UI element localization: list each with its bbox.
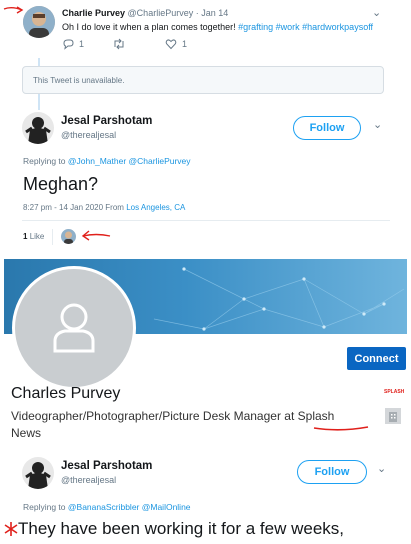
unavailable-text: This Tweet is unavailable. — [33, 76, 125, 85]
replying-to: Replying to @BananaScribbler @MailOnline — [23, 502, 191, 512]
company-building-icon[interactable] — [385, 408, 401, 424]
tweet-body: Meghan? — [23, 174, 99, 194]
follow-button[interactable]: Follow — [297, 460, 367, 484]
likes-summary[interactable]: 1 Like — [23, 232, 44, 241]
unavailable-tweet-card: This Tweet is unavailable. — [22, 66, 384, 94]
heart-icon — [165, 39, 177, 50]
tweet-body: Oh I do love it when a plan comes togeth… — [62, 22, 236, 32]
avatar[interactable] — [23, 6, 55, 38]
divider — [52, 229, 53, 245]
profile-photo-placeholder[interactable] — [12, 266, 136, 390]
replying-prefix: Replying to — [23, 502, 66, 512]
location-link[interactable]: Los Angeles, CA — [126, 203, 185, 212]
replying-to-links[interactable]: @BananaScribbler @MailOnline — [68, 502, 191, 512]
red-asterisk-annotation — [3, 520, 19, 538]
headline-text-cont: News — [11, 426, 42, 440]
retweet-icon[interactable] — [112, 38, 126, 50]
tweet-meta: 8:27 pm - 14 Jan 2020 From Los Angeles, … — [23, 203, 185, 212]
replying-to-links[interactable]: @John_Mather @CharliePurvey — [68, 156, 191, 166]
person-icon — [53, 303, 95, 353]
headline-text: Videographer/Photographer/Picture Desk M… — [11, 409, 295, 423]
tweet-body: They have been working it for a few week… — [18, 519, 344, 538]
red-arrow-annotation — [80, 228, 112, 242]
chevron-down-icon[interactable]: ⌄ — [373, 118, 382, 131]
like-count: 1 — [182, 39, 188, 49]
avatar[interactable] — [22, 112, 54, 144]
reply-icon — [63, 39, 74, 50]
reply-count: 1 — [79, 39, 85, 49]
author-name[interactable]: Jesal Parshotam — [61, 115, 152, 127]
red-underline-annotation — [312, 423, 370, 433]
avatar[interactable] — [22, 457, 54, 489]
red-arrow-annotation — [2, 2, 24, 16]
profile-name: Charles Purvey — [11, 385, 121, 402]
tweet-header: Charlie Purvey @CharliePurvey · Jan 14 — [62, 8, 228, 18]
thread-line — [38, 94, 40, 110]
author-handle: @therealjesal — [61, 475, 117, 485]
avatar[interactable] — [61, 229, 76, 244]
divider — [22, 220, 390, 221]
likes-count: 1 — [23, 232, 28, 241]
like-action[interactable]: 1 — [165, 38, 187, 50]
author-handle-date: @CharliePurvey · Jan 14 — [127, 8, 229, 18]
hashtags-link[interactable]: #grafting #work #hardworkpaysoff — [238, 22, 373, 32]
author-name[interactable]: Jesal Parshotam — [61, 460, 152, 472]
likes-label: Like — [29, 232, 45, 241]
chevron-down-icon[interactable]: ⌄ — [372, 6, 381, 19]
reply-action[interactable]: 1 — [62, 38, 84, 50]
connect-button[interactable]: Connect — [347, 347, 406, 370]
replying-to: Replying to @John_Mather @CharliePurvey — [23, 156, 191, 166]
replying-prefix: Replying to — [23, 156, 66, 166]
author-name[interactable]: Charlie Purvey — [62, 8, 125, 18]
company-logo-icon[interactable]: SPLASH — [384, 389, 404, 395]
tweet-timestamp: 8:27 pm - 14 Jan 2020 From — [23, 203, 124, 212]
chevron-down-icon[interactable]: ⌄ — [377, 462, 386, 475]
follow-button[interactable]: Follow — [293, 116, 361, 140]
company-link[interactable]: Splash — [298, 409, 335, 423]
author-handle: @therealjesal — [61, 130, 117, 140]
tweet-text: Oh I do love it when a plan comes togeth… — [62, 22, 373, 32]
thread-line — [38, 58, 40, 66]
